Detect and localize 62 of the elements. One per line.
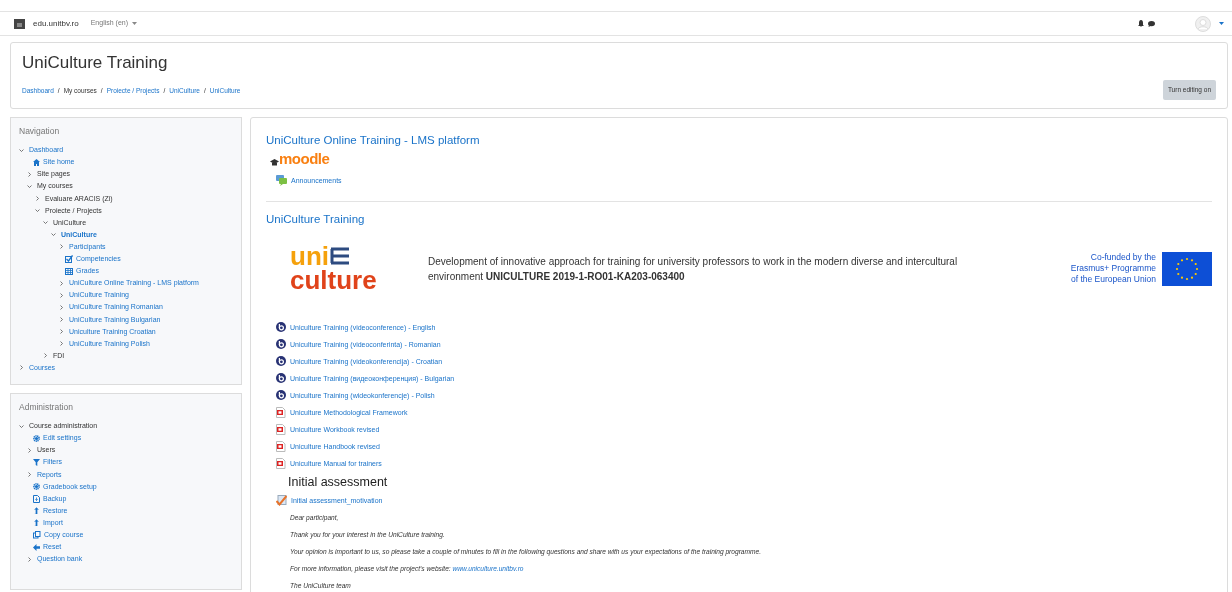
- panel-title: Administration: [19, 401, 74, 413]
- checkmark-icon: [276, 494, 287, 506]
- logo-text: culture: [290, 266, 378, 293]
- pdf-document-icon: [276, 440, 286, 452]
- chevron-right-icon[interactable]: [27, 171, 32, 177]
- home-icon: [33, 158, 40, 166]
- chevron-down-icon[interactable]: [19, 423, 24, 429]
- chevron-right-icon[interactable]: [27, 472, 32, 478]
- chevron-right-icon[interactable]: [59, 329, 64, 335]
- upload-arrow-icon: [33, 507, 40, 515]
- caret-icon[interactable]: [1219, 22, 1224, 25]
- gear-icon: [33, 483, 40, 491]
- chevron-right-icon[interactable]: [19, 365, 24, 371]
- chevron-right-icon[interactable]: [59, 244, 64, 250]
- logo-text: moodle: [279, 151, 330, 167]
- chevron-right-icon[interactable]: [59, 280, 64, 286]
- chevron-down-icon[interactable]: [51, 232, 56, 238]
- chevron-right-icon[interactable]: [27, 556, 32, 562]
- table-icon: [65, 267, 73, 275]
- section-title: UniCulture Training: [266, 212, 366, 228]
- subsection-heading: Initial assessment: [287, 473, 389, 491]
- page-title: UniCulture Training: [22, 53, 169, 74]
- site-logo-icon: [14, 18, 25, 29]
- copy-icon: [33, 531, 41, 540]
- chevron-down-icon[interactable]: [19, 147, 24, 153]
- caret-icon: [132, 22, 138, 25]
- bell-icon[interactable]: [1138, 20, 1144, 27]
- gear-icon: [33, 434, 40, 442]
- chevron-right-icon[interactable]: [27, 447, 32, 453]
- funding-note: Co-funded by the Erasmus+ Programme of the European Union: [1070, 252, 1156, 285]
- chevron-down-icon[interactable]: [27, 184, 32, 189]
- chevron-right-icon[interactable]: [59, 292, 64, 298]
- section-title: UniCulture Online Training - LMS platform: [266, 133, 481, 148]
- chevron-down-icon[interactable]: [43, 220, 48, 226]
- chevron-right-icon[interactable]: [59, 304, 64, 310]
- pdf-document-icon: [276, 457, 286, 469]
- panel-title: Navigation: [19, 126, 61, 137]
- book-stack-icon: [329, 246, 351, 265]
- circle-logo-icon: [276, 339, 286, 349]
- chevron-right-icon[interactable]: [59, 341, 64, 347]
- pdf-document-icon: [276, 406, 286, 418]
- chevron-right-icon[interactable]: [59, 317, 64, 323]
- chat-bubbles-icon: [276, 175, 287, 187]
- circle-logo-icon: [276, 322, 286, 332]
- circle-logo-icon: [276, 373, 286, 383]
- funnel-icon: [33, 459, 40, 466]
- circle-logo-icon: [276, 390, 286, 400]
- checkbox-icon: [65, 255, 73, 264]
- eu-flag-icon: [1162, 251, 1212, 286]
- logo-text: uni: [290, 244, 329, 267]
- pdf-document-icon: [276, 423, 286, 435]
- chevron-right-icon[interactable]: [35, 196, 40, 202]
- upload-arrow-icon: [33, 519, 40, 527]
- chevron-right-icon[interactable]: [43, 353, 48, 359]
- circle-logo-icon: [276, 356, 286, 366]
- mortarboard-icon: [270, 159, 279, 167]
- project-description: Development of innovative approach for training for university professors to work in the modern diverse and intercultural environment UNICULTURE 2019-1-RO01-KA203-063400: [428, 254, 959, 284]
- site-name-link[interactable]: edu.unitbv.ro: [33, 17, 79, 30]
- chat-icon[interactable]: [1148, 20, 1155, 27]
- arrow-left-icon: [33, 543, 40, 551]
- chevron-down-icon[interactable]: [35, 208, 40, 214]
- document-icon: [33, 494, 40, 503]
